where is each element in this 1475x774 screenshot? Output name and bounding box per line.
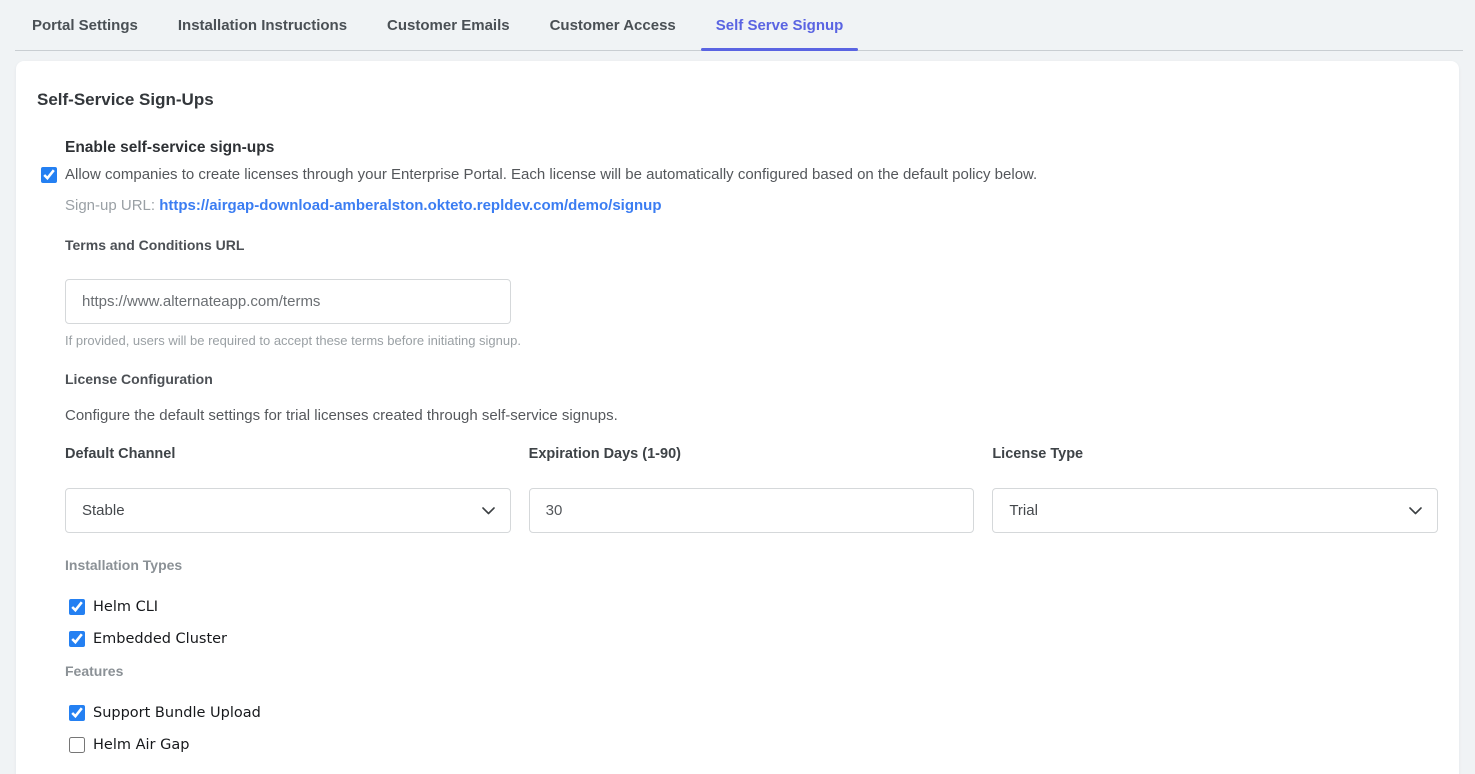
feature-row: Support Bundle Upload [69, 705, 1438, 721]
helm-cli-checkbox[interactable] [69, 599, 85, 615]
installation-types-group: Installation Types Helm CLI Embedded Clu… [65, 557, 1438, 647]
panel-content: Enable self-service sign-ups Allow compa… [65, 139, 1438, 753]
tab-customer-emails[interactable]: Customer Emails [372, 0, 525, 51]
self-serve-signup-panel: Self-Service Sign-Ups Enable self-servic… [16, 61, 1459, 774]
terms-url-label: Terms and Conditions URL [65, 237, 1438, 253]
tab-portal-settings[interactable]: Portal Settings [17, 0, 153, 51]
license-configuration-label: License Configuration [65, 371, 1438, 387]
default-channel-label: Default Channel [65, 446, 511, 462]
tab-installation-instructions[interactable]: Installation Instructions [163, 0, 362, 51]
signup-url-link[interactable]: https://airgap-download-amberalston.okte… [159, 197, 661, 214]
embedded-cluster-checkbox[interactable] [69, 631, 85, 647]
license-configuration-description: Configure the default settings for trial… [65, 407, 1438, 424]
helm-air-gap-label: Helm Air Gap [93, 737, 189, 753]
license-type-select[interactable]: Trial [992, 488, 1438, 533]
default-channel-select[interactable]: Stable [65, 488, 511, 533]
expiration-days-label: Expiration Days (1-90) [529, 446, 975, 462]
signup-url-row: Sign-up URL: https://airgap-download-amb… [65, 197, 1438, 214]
tab-self-serve-signup[interactable]: Self Serve Signup [701, 0, 859, 51]
license-type-field: License Type Trial [992, 446, 1438, 533]
license-type-label: License Type [992, 446, 1438, 462]
features-label: Features [65, 663, 1438, 679]
license-fields-grid: Default Channel Stable Expiration Days (… [65, 446, 1438, 533]
enable-signups-checkbox[interactable] [41, 167, 57, 183]
helm-cli-label: Helm CLI [93, 599, 158, 615]
expiration-days-field: Expiration Days (1-90) [529, 446, 975, 533]
tab-customer-access[interactable]: Customer Access [535, 0, 691, 51]
settings-tabbar: Portal Settings Installation Instruction… [0, 0, 1475, 51]
expiration-days-input[interactable] [529, 488, 975, 533]
installation-type-row: Helm CLI [69, 599, 1438, 615]
embedded-cluster-label: Embedded Cluster [93, 631, 227, 647]
helm-air-gap-checkbox[interactable] [69, 737, 85, 753]
enable-signups-row: Allow companies to create licenses throu… [41, 166, 1438, 184]
terms-url-input[interactable] [65, 279, 511, 324]
page-title: Self-Service Sign-Ups [37, 90, 1438, 110]
enable-signups-heading: Enable self-service sign-ups [65, 139, 1438, 157]
features-group: Features Support Bundle Upload Helm Air … [65, 663, 1438, 753]
support-bundle-upload-label: Support Bundle Upload [93, 705, 261, 721]
feature-row: Helm Air Gap [69, 737, 1438, 753]
default-channel-field: Default Channel Stable [65, 446, 511, 533]
support-bundle-upload-checkbox[interactable] [69, 705, 85, 721]
terms-url-helper: If provided, users will be required to a… [65, 333, 1438, 348]
terms-url-field-wrap [65, 279, 511, 324]
installation-types-label: Installation Types [65, 557, 1438, 573]
installation-type-row: Embedded Cluster [69, 631, 1438, 647]
enable-signups-description: Allow companies to create licenses throu… [65, 166, 1037, 184]
signup-url-label: Sign-up URL: [65, 197, 155, 214]
